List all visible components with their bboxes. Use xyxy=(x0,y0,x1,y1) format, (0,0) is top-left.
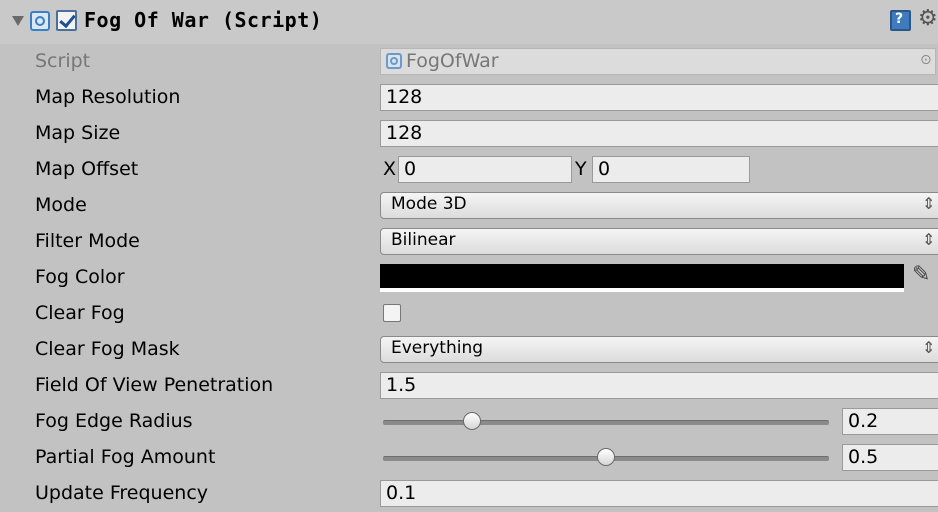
map-resolution-label: Map Resolution xyxy=(35,86,181,108)
row-filter-mode: Filter Mode Bilinear ⇕ xyxy=(0,224,938,260)
filter-mode-dropdown[interactable]: Bilinear xyxy=(380,228,938,255)
row-map-resolution: Map Resolution 128 xyxy=(0,80,938,116)
help-icon[interactable] xyxy=(890,10,911,31)
row-fog-color: Fog Color ✎ xyxy=(0,260,938,296)
component-title: Fog Of War (Script) xyxy=(84,8,323,32)
row-mode: Mode Mode 3D ⇕ xyxy=(0,188,938,224)
script-icon xyxy=(386,53,402,69)
gear-icon[interactable]: ⚙ xyxy=(918,8,938,30)
row-field-of-view-penetration: Field Of View Penetration 1.5 xyxy=(0,368,938,404)
clear-fog-mask-label: Clear Fog Mask xyxy=(35,338,180,360)
update-frequency-label: Update Frequency xyxy=(35,482,209,504)
clear-fog-mask-dropdown[interactable]: Everything xyxy=(380,336,938,363)
fog-edge-radius-slider-track[interactable] xyxy=(383,420,829,425)
component-header: Fog Of War (Script) ⚙ xyxy=(0,0,938,44)
eyedropper-icon[interactable]: ✎ xyxy=(912,262,930,287)
map-offset-label: Map Offset xyxy=(35,158,139,180)
fog-edge-radius-input[interactable]: 0.2 xyxy=(842,408,938,435)
field-of-view-penetration-label: Field Of View Penetration xyxy=(35,374,274,396)
row-map-size: Map Size 128 xyxy=(0,116,938,152)
fog-color-swatch[interactable] xyxy=(380,264,904,292)
update-frequency-input[interactable]: 0.1 xyxy=(380,480,938,507)
script-label: Script xyxy=(35,50,91,72)
partial-fog-amount-input[interactable]: 0.5 xyxy=(842,444,938,471)
dropdown-arrow-icon: ⇕ xyxy=(922,338,936,357)
object-picker-icon[interactable]: ⊙ xyxy=(920,52,932,68)
partial-fog-amount-label: Partial Fog Amount xyxy=(35,446,216,468)
field-of-view-penetration-input[interactable]: 1.5 xyxy=(380,372,938,399)
row-clear-fog: Clear Fog xyxy=(0,296,938,332)
mode-dropdown[interactable]: Mode 3D xyxy=(380,192,938,219)
row-map-offset: Map Offset X 0 Y 0 xyxy=(0,152,938,188)
map-size-input[interactable]: 128 xyxy=(380,120,938,147)
script-icon xyxy=(30,11,50,31)
row-update-frequency: Update Frequency 0.1 xyxy=(0,476,938,512)
clear-fog-label: Clear Fog xyxy=(35,302,125,324)
map-size-label: Map Size xyxy=(35,122,121,144)
foldout-arrow-icon[interactable] xyxy=(12,16,24,26)
partial-fog-amount-slider-thumb[interactable] xyxy=(597,448,615,466)
row-script: Script FogOfWar ⊙ xyxy=(0,44,938,80)
row-fog-edge-radius: Fog Edge Radius 0.2 xyxy=(0,404,938,440)
filter-mode-label: Filter Mode xyxy=(35,230,140,252)
script-value: FogOfWar xyxy=(406,50,499,72)
row-partial-fog-amount: Partial Fog Amount 0.5 xyxy=(0,440,938,476)
map-offset-x-label: X xyxy=(383,158,397,180)
map-offset-y-label: Y xyxy=(575,158,587,180)
map-offset-x-input[interactable]: 0 xyxy=(398,156,572,183)
dropdown-arrow-icon: ⇕ xyxy=(922,230,936,249)
clear-fog-checkbox[interactable] xyxy=(383,304,401,322)
fog-edge-radius-label: Fog Edge Radius xyxy=(35,410,193,432)
component-enabled-checkbox[interactable] xyxy=(56,10,77,31)
row-clear-fog-mask: Clear Fog Mask Everything ⇕ xyxy=(0,332,938,368)
script-field[interactable]: FogOfWar xyxy=(380,48,936,75)
fog-color-label: Fog Color xyxy=(35,266,125,288)
dropdown-arrow-icon: ⇕ xyxy=(922,194,936,213)
map-offset-y-input[interactable]: 0 xyxy=(592,156,750,183)
map-resolution-input[interactable]: 128 xyxy=(380,84,938,111)
mode-label: Mode xyxy=(35,194,87,216)
fog-edge-radius-slider-thumb[interactable] xyxy=(463,412,482,430)
